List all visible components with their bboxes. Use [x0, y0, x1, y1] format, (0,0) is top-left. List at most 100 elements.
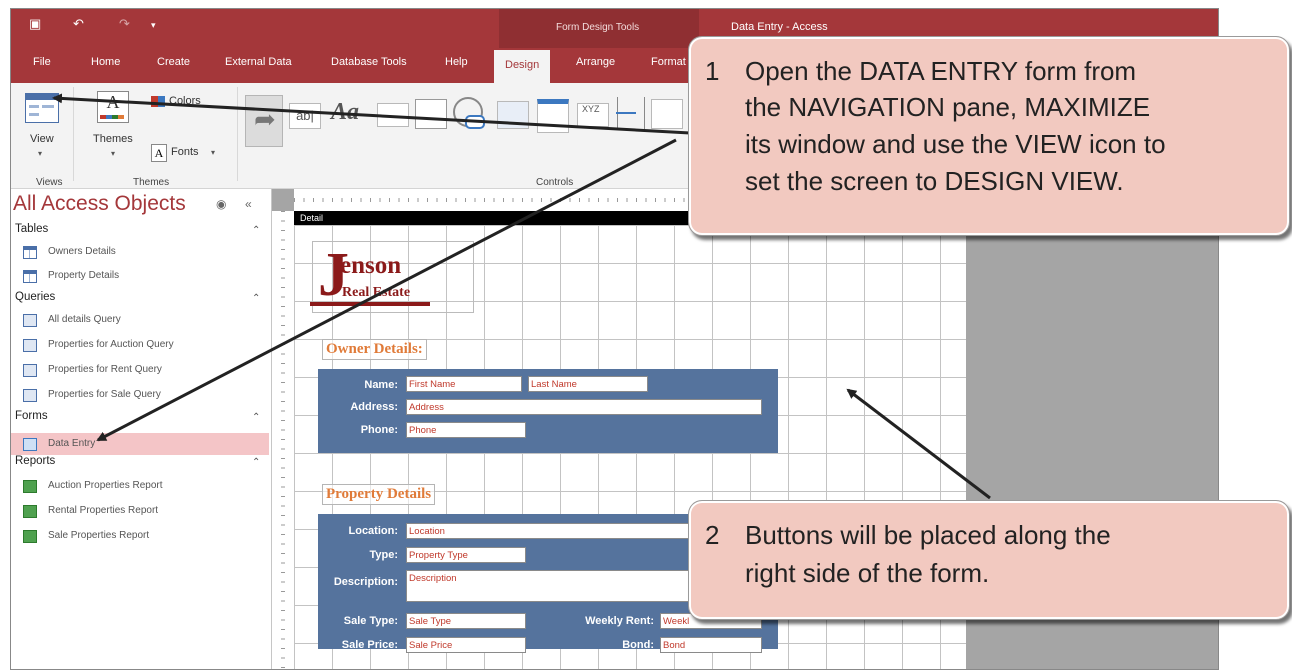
table-icon — [23, 270, 37, 283]
fonts-button[interactable]: A Fonts ▾ — [149, 143, 229, 163]
fonts-icon: A — [151, 144, 167, 162]
nav-item-label: All details Query — [48, 314, 121, 325]
callout-line: Buttons will be placed along the — [745, 520, 1111, 550]
instruction-callout-1: 1 Open the DATA ENTRY form from the NAVI… — [688, 36, 1290, 236]
button-control[interactable] — [377, 103, 409, 127]
colors-label: Colors — [169, 95, 201, 107]
tab-format[interactable]: Format — [651, 56, 686, 68]
pointer-icon: ➦ — [254, 104, 276, 134]
tab-home[interactable]: Home — [91, 56, 120, 68]
nav-group-tables[interactable]: Tables — [15, 223, 48, 235]
web-browser-control[interactable] — [497, 101, 529, 129]
sale-type-field[interactable]: Sale Type — [406, 613, 526, 629]
themes-button[interactable]: A Themes ▾ — [91, 89, 141, 161]
customize-qat-icon[interactable]: ▾ — [151, 20, 156, 31]
label-control[interactable]: Aa — [331, 99, 359, 126]
callout-line: Open the DATA ENTRY form from — [745, 56, 1137, 86]
select-tool-button[interactable]: ➦ — [245, 95, 283, 147]
nav-item-auction-report[interactable]: Auction Properties Report — [11, 475, 269, 497]
sale-type-label: Sale Type: — [343, 615, 398, 627]
description-label: Description: — [333, 576, 398, 588]
first-name-field[interactable]: First Name — [406, 376, 522, 392]
property-details-title[interactable]: Property Details — [322, 484, 436, 505]
nav-menu-icon[interactable]: ◉ — [216, 197, 226, 211]
nav-item-rent-query[interactable]: Properties for Rent Query — [11, 359, 269, 381]
themes-icon: A — [97, 91, 129, 123]
navigation-pane: All Access Objects ◉ « Tables ⌃ Owners D… — [11, 189, 272, 669]
tab-help[interactable]: Help — [445, 56, 468, 68]
nav-item-owners-details[interactable]: Owners Details — [11, 241, 269, 263]
tab-file[interactable]: File — [33, 56, 51, 68]
combo-box-control[interactable] — [651, 99, 683, 129]
table-icon — [23, 246, 37, 259]
ribbon-separator — [237, 87, 238, 181]
window-title: Data Entry - Access — [731, 21, 828, 33]
nav-item-sale-query[interactable]: Properties for Sale Query — [11, 384, 269, 406]
report-icon — [23, 505, 37, 518]
callout-line: its window and use the VIEW icon to — [745, 129, 1166, 159]
bond-label: Bond: — [622, 639, 654, 651]
logo-subtitle: Real Estate — [342, 285, 411, 300]
ribbon-separator — [73, 87, 74, 181]
bond-field[interactable]: Bond — [660, 637, 762, 653]
tab-database-tools[interactable]: Database Tools — [331, 56, 407, 68]
nav-item-label: Properties for Sale Query — [48, 389, 161, 400]
nav-item-all-details-query[interactable]: All details Query — [11, 309, 269, 331]
collapse-icon[interactable]: ⌃ — [252, 412, 260, 423]
nav-item-label: Data Entry — [48, 438, 96, 449]
collapse-icon[interactable]: ⌃ — [252, 293, 260, 304]
tab-control[interactable] — [415, 99, 447, 129]
collapse-icon[interactable]: ⌃ — [252, 225, 260, 236]
hyperlink-control[interactable] — [453, 97, 485, 129]
tab-create[interactable]: Create — [157, 56, 190, 68]
view-button[interactable]: View ▾ — [19, 89, 65, 161]
textbox-control[interactable]: ab| — [289, 103, 321, 129]
weekly-rent-label: Weekly Rent: — [585, 615, 654, 627]
nav-item-auction-query[interactable]: Properties for Auction Query — [11, 334, 269, 356]
chevron-down-icon: ▾ — [38, 149, 43, 158]
option-group-control[interactable]: XYZ — [577, 103, 609, 127]
nav-group-queries[interactable]: Queries — [15, 291, 55, 303]
report-icon — [23, 530, 37, 543]
location-label: Location: — [348, 525, 399, 537]
name-label: Name: — [364, 379, 398, 391]
nav-group-reports[interactable]: Reports — [15, 455, 55, 467]
colors-button[interactable]: Colors — [149, 93, 229, 111]
form-icon — [23, 438, 37, 451]
callout-line: set the screen to DESIGN VIEW. — [745, 166, 1124, 196]
themes-label: Themes — [93, 133, 133, 145]
tab-design[interactable]: Design — [494, 50, 551, 83]
nav-group-forms[interactable]: Forms — [15, 410, 48, 422]
report-icon — [23, 480, 37, 493]
phone-field[interactable]: Phone — [406, 422, 526, 438]
nav-item-property-details[interactable]: Property Details — [11, 265, 269, 287]
link-icon — [465, 115, 485, 129]
owner-details-title[interactable]: Owner Details: — [322, 339, 427, 360]
last-name-field[interactable]: Last Name — [528, 376, 648, 392]
nav-item-rental-report[interactable]: Rental Properties Report — [11, 500, 269, 522]
tab-arrange[interactable]: Arrange — [576, 56, 615, 68]
nav-item-label: Properties for Auction Query — [48, 339, 174, 350]
undo-icon[interactable]: ↶ — [73, 16, 84, 32]
redo-icon[interactable]: ↷ — [119, 16, 130, 32]
property-type-field[interactable]: Property Type — [406, 547, 526, 563]
shutter-bar-close-icon[interactable]: « — [245, 197, 252, 211]
type-label: Type: — [369, 549, 398, 561]
address-field[interactable]: Address — [406, 399, 762, 415]
nav-item-sale-report[interactable]: Sale Properties Report — [11, 525, 269, 547]
page-break-control[interactable] — [616, 97, 645, 129]
context-tab-title: Form Design Tools — [556, 22, 640, 33]
logo-name: enson — [340, 252, 402, 279]
view-icon — [25, 93, 59, 123]
query-icon — [23, 389, 37, 402]
collapse-icon[interactable]: ⌃ — [252, 457, 260, 468]
navigation-control[interactable] — [537, 99, 569, 133]
query-icon — [23, 339, 37, 352]
group-label-views: Views — [36, 177, 63, 188]
nav-pane-title[interactable]: All Access Objects — [13, 192, 186, 216]
save-icon[interactable]: ▣ — [29, 16, 41, 32]
sale-price-field[interactable]: Sale Price — [406, 637, 526, 653]
tab-external-data[interactable]: External Data — [225, 56, 292, 68]
nav-item-data-entry[interactable]: Data Entry — [11, 433, 269, 455]
fonts-label: Fonts — [171, 146, 199, 158]
